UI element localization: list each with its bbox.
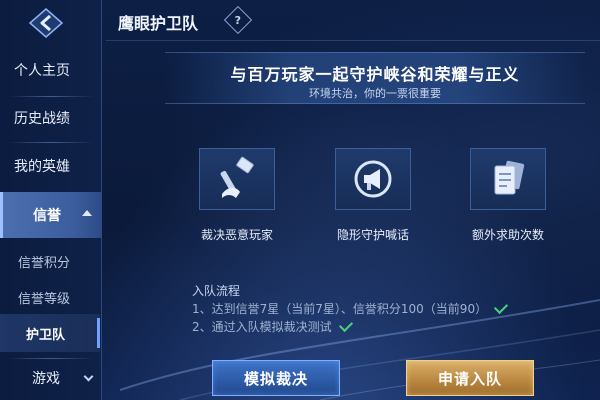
process-step: 2、通过入队模拟裁决测试 — [192, 317, 353, 335]
sidebar-item-game[interactable]: 游戏 — [0, 362, 100, 394]
check-icon — [338, 317, 353, 332]
feature-judge-icon-box — [199, 148, 275, 210]
sidebar-item-label: 我的英雄 — [14, 159, 70, 175]
check-icon — [494, 299, 509, 314]
sidebar: 个人主页 历史战绩 我的英雄 信誉 信誉积分 信誉等级 护卫队 游戏 — [0, 0, 102, 400]
feature-shout-icon-box — [335, 148, 411, 210]
banner-title: 与百万玩家一起守护峡谷和荣耀与正义 — [230, 65, 520, 84]
slogan-banner: 与百万玩家一起守护峡谷和荣耀与正义 环境共治，你的一票很重要 — [165, 52, 585, 104]
feature-label-shout: 隐形守护喊话 — [336, 228, 409, 242]
simulate-judgment-button[interactable]: 模拟裁决 — [212, 360, 340, 396]
back-logo-icon — [28, 8, 64, 38]
sidebar-item-reputation[interactable]: 信誉 — [0, 192, 102, 238]
sidebar-subitem-guard-team[interactable]: 护卫队 — [0, 314, 100, 352]
sidebar-item-label: 游戏 — [32, 371, 60, 387]
help-cards-icon — [494, 160, 525, 195]
sidebar-subitem-reputation-points[interactable]: 信誉积分 — [0, 244, 100, 278]
sidebar-item-label: 历史战绩 — [14, 111, 70, 127]
hammer-icon — [220, 156, 254, 198]
sidebar-subitem-label: 信誉积分 — [18, 255, 71, 271]
question-mark-icon: ? — [234, 13, 242, 27]
chevron-down-icon — [83, 371, 94, 382]
sidebar-item-label: 信誉 — [33, 208, 61, 224]
sidebar-subitem-label: 护卫队 — [26, 327, 66, 343]
chevron-up-icon — [82, 210, 92, 216]
sidebar-item-history[interactable]: 历史战绩 — [0, 96, 100, 140]
process-step-text: 1、达到信誉7星（当前7星）、信誉积分100（当前90） — [192, 302, 488, 316]
page-title: 鹰眼护卫队 — [118, 14, 199, 33]
divider — [8, 358, 94, 359]
back-logo-button[interactable] — [24, 6, 68, 40]
divider — [8, 142, 94, 143]
sidebar-item-label: 个人主页 — [14, 63, 70, 79]
process-step-text: 2、通过入队模拟裁决测试 — [192, 320, 332, 334]
sidebar-item-profile[interactable]: 个人主页 — [0, 48, 100, 92]
process-title: 入队流程 — [192, 284, 241, 298]
megaphone-icon — [354, 160, 392, 198]
apply-join-button[interactable]: 申请入队 — [406, 360, 534, 396]
sidebar-subitem-reputation-level[interactable]: 信誉等级 — [0, 280, 100, 314]
feature-label-extra-help: 额外求助次数 — [471, 228, 544, 242]
banner-subtitle: 环境共治，你的一票很重要 — [309, 87, 441, 100]
sidebar-item-heroes[interactable]: 我的英雄 — [0, 144, 100, 188]
header-divider — [106, 40, 600, 41]
feature-label-judge: 裁决恶意玩家 — [200, 228, 273, 242]
sidebar-subitem-label: 信誉等级 — [18, 291, 71, 307]
process-step: 1、达到信誉7星（当前7星）、信誉积分100（当前90） — [192, 299, 509, 317]
feature-help-icon-box — [470, 148, 546, 210]
